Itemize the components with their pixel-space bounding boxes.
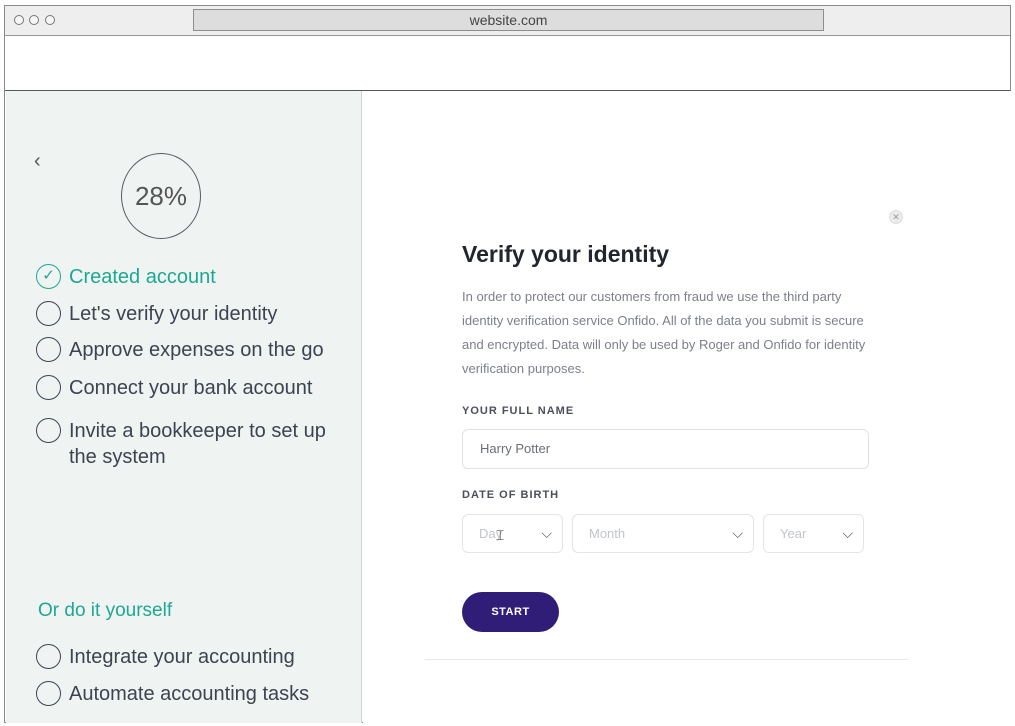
step-label: Invite a bookkeeper to set up the system	[69, 420, 326, 468]
step-automate-tasks[interactable]: Automate accounting tasks	[36, 681, 309, 707]
step-circle-icon	[36, 301, 61, 326]
step-circle-icon	[36, 681, 61, 706]
step-circle-icon	[36, 418, 61, 443]
window-maximize-dot[interactable]	[45, 15, 55, 25]
verify-panel: ✕ Verify your identity In order to prote…	[363, 91, 1011, 723]
full-name-label: YOUR FULL NAME	[462, 405, 575, 417]
step-approve-expenses[interactable]: Approve expenses on the go	[36, 337, 324, 363]
step-invite-bookkeeper[interactable]: Invite a bookkeeper to set up the system	[36, 418, 356, 470]
progress-ring: 28%	[121, 153, 201, 239]
check-icon: ✓	[36, 264, 61, 289]
step-verify-identity[interactable]: Let's verify your identity	[36, 301, 277, 327]
chevron-down-icon: ⌵	[842, 525, 853, 541]
browser-titlebar: website.com	[5, 6, 1010, 36]
step-connect-bank[interactable]: Connect your bank account	[36, 375, 313, 401]
window-minimize-dot[interactable]	[29, 15, 39, 25]
verify-description: In order to protect our customers from f…	[462, 289, 866, 376]
close-icon[interactable]: ✕	[889, 210, 903, 224]
step-label: Created account	[69, 266, 216, 288]
step-label: Connect your bank account	[69, 377, 313, 399]
chevron-left-icon[interactable]: ‹	[34, 151, 48, 171]
panel-divider	[425, 659, 908, 660]
step-label: Automate accounting tasks	[69, 683, 310, 705]
step-label: Integrate your accounting	[69, 646, 295, 668]
month-select[interactable]: Month ⌵	[572, 514, 754, 553]
step-circle-icon	[36, 337, 61, 362]
window-close-dot[interactable]	[14, 15, 24, 25]
dob-label: DATE OF BIRTH	[462, 489, 560, 501]
chevron-down-icon: ⌵	[541, 525, 552, 541]
browser-window: website.com ‹ 28% ✓ Created account Let'…	[4, 5, 1011, 723]
chevron-down-icon: ⌵	[732, 525, 743, 541]
text-cursor-icon: ⌶	[496, 528, 505, 544]
onboarding-sidebar: ‹ 28% ✓ Created account Let's verify you…	[6, 91, 362, 723]
step-label: Let's verify your identity	[69, 303, 278, 325]
year-select[interactable]: Year ⌵	[763, 514, 864, 553]
address-bar[interactable]: website.com	[193, 9, 824, 31]
month-placeholder: Month	[589, 526, 626, 541]
step-integrate-accounting[interactable]: Integrate your accounting	[36, 644, 295, 670]
full-name-input[interactable]: Harry Potter	[462, 429, 869, 469]
diy-section-title: Or do it yourself	[38, 600, 173, 621]
year-placeholder: Year	[780, 526, 807, 541]
step-circle-icon	[36, 644, 61, 669]
step-created-account[interactable]: ✓ Created account	[36, 264, 216, 290]
step-circle-icon	[36, 375, 61, 400]
page-title: Verify your identity	[462, 241, 670, 267]
day-select[interactable]: Day ⌵	[462, 514, 563, 553]
start-button[interactable]: START	[462, 592, 559, 632]
step-label: Approve expenses on the go	[69, 339, 324, 361]
